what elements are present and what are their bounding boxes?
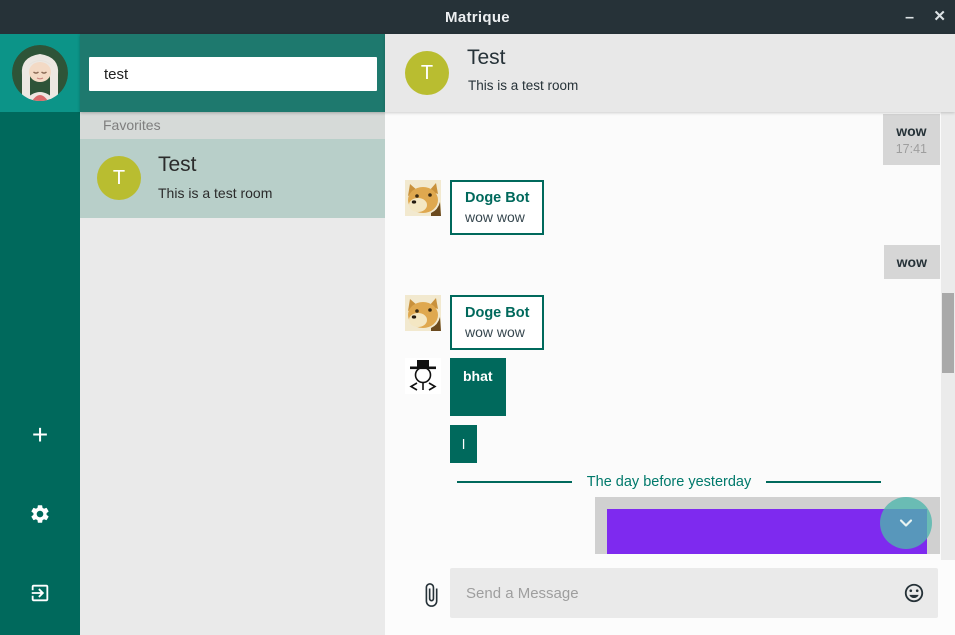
titlebar: Matrique – ✕ (0, 0, 955, 34)
search-header (80, 34, 385, 112)
sender-name: bhat (463, 368, 493, 385)
peer-message-row: bhat (405, 358, 506, 416)
profile-section (0, 34, 80, 112)
chat-panel: T Test This is a test room wow 17:41 (385, 34, 955, 635)
settings-button[interactable] (0, 494, 80, 534)
chat-room-topic: This is a test room (468, 78, 578, 93)
message-text: wow wow (465, 208, 529, 226)
logout-button[interactable] (0, 573, 80, 613)
room-avatar-letter: T (113, 167, 125, 190)
doge-avatar-image (405, 180, 441, 216)
peer-message-row: Doge Bot wow wow (405, 180, 544, 235)
message-text: l (462, 436, 465, 452)
message-input[interactable] (450, 568, 903, 618)
chat-room-avatar[interactable]: T (405, 51, 449, 95)
doge-bot-avatar[interactable] (405, 295, 441, 331)
close-button[interactable]: ✕ (933, 9, 946, 24)
favorites-label: Favorites (103, 117, 161, 133)
room-list-item-test[interactable]: T Test This is a test room (80, 139, 385, 218)
message-text: wow wow (465, 323, 529, 341)
add-room-button[interactable]: + (0, 415, 80, 455)
own-message-bubble[interactable]: wow 17:41 (883, 114, 940, 165)
smiley-icon (903, 582, 925, 604)
chat-avatar-letter: T (421, 62, 433, 85)
room-avatar: T (97, 156, 141, 200)
exit-icon (29, 582, 51, 604)
room-list-empty-area (80, 218, 385, 635)
scroll-to-bottom-button[interactable] (880, 497, 932, 549)
favorites-section-header: Favorites (80, 112, 385, 139)
emoji-button[interactable] (903, 582, 925, 604)
message-text: wow (897, 254, 927, 270)
chat-header: T Test This is a test room (385, 34, 955, 112)
chat-room-name: Test (467, 46, 506, 70)
bhat-avatar-image (405, 358, 441, 394)
sender-name: Doge Bot (465, 189, 529, 207)
bhat-avatar[interactable] (405, 358, 441, 394)
paperclip-icon (418, 581, 444, 609)
peer-message-bubble[interactable]: l (450, 425, 477, 463)
nav-sidebar: + (0, 34, 80, 635)
divider-line (766, 481, 881, 483)
message-text: wow (896, 123, 927, 139)
room-name: Test (158, 153, 197, 177)
peer-message-bubble[interactable]: Doge Bot wow wow (450, 180, 544, 235)
peer-message-row: Doge Bot wow wow (405, 295, 544, 350)
search-input[interactable] (89, 57, 377, 91)
own-message-bubble[interactable]: wow (884, 245, 940, 279)
attach-file-button[interactable] (418, 581, 444, 609)
message-input-container (450, 568, 938, 618)
divider-label: The day before yesterday (572, 474, 766, 490)
minimize-button[interactable]: – (905, 10, 914, 26)
sender-name: Doge Bot (465, 304, 529, 322)
chat-scrollbar-track[interactable] (941, 112, 955, 560)
room-list-panel: Favorites T Test This is a test room (80, 34, 385, 635)
main-layout: + Favorites T Test T (0, 34, 955, 635)
composer-bar (385, 560, 955, 635)
peer-message-bubble[interactable]: bhat (450, 358, 506, 416)
doge-avatar-image (405, 295, 441, 331)
message-list: wow 17:41 (385, 112, 955, 560)
plus-icon: + (32, 419, 48, 451)
user-avatar-image (12, 45, 68, 101)
nav-actions: + (0, 112, 80, 635)
date-divider: The day before yesterday (457, 472, 881, 492)
window-title: Matrique (445, 9, 510, 26)
peer-message-bubble[interactable]: Doge Bot wow wow (450, 295, 544, 350)
chat-scrollbar-thumb[interactable] (942, 293, 954, 373)
doge-bot-avatar[interactable] (405, 180, 441, 216)
gear-icon (29, 503, 51, 525)
user-avatar[interactable] (12, 45, 68, 101)
divider-line (457, 481, 572, 483)
chevron-down-icon (896, 513, 916, 533)
image-attachment[interactable] (607, 509, 927, 554)
message-timestamp: 17:41 (896, 142, 927, 156)
room-topic: This is a test room (158, 185, 272, 201)
